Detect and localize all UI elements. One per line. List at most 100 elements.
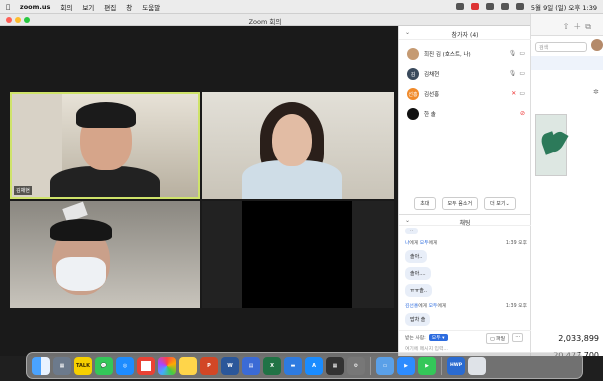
selected-row (531, 56, 603, 70)
background-window-toolbar: ⇧＋⧉ (531, 14, 603, 36)
chat-bubble: ㅠㅠ솔.. (405, 284, 432, 297)
menu-bar:  zoom.us 회의 보기 편집 창 도움말 5월 9일 (일) 오후 1:… (0, 0, 603, 14)
calculator-icon[interactable]: ▦ (326, 356, 344, 375)
photos-icon[interactable] (158, 356, 176, 375)
chat-messages: ·· 나에게 모두에게 1:39 오후 솔아.. 솔아.... ㅠㅠ솔.. 김선… (405, 228, 527, 328)
chat-meta: 나에게 모두에게 1:39 오후 (405, 241, 527, 246)
file-button[interactable]: ▢ 파일 (486, 333, 509, 344)
participant-name: 김채현 (424, 72, 440, 78)
dock: ▦ TALK 💬 ◎ P W ▤ X ▬ A ▦ ⚙ ▭ ▶ ▶ HWP (26, 352, 583, 379)
trash-icon[interactable] (468, 356, 486, 375)
stocks-icon[interactable]: ▬ (284, 356, 302, 375)
facetime-icon[interactable]: ▶ (418, 356, 436, 375)
background-search-input[interactable]: 검색 (535, 42, 587, 52)
chat-bubble: ·· (405, 228, 419, 234)
chrome-icon[interactable] (137, 356, 155, 375)
gear-icon[interactable]: ✲ (593, 88, 599, 96)
recipient-select[interactable]: 모두 ▾ (428, 334, 448, 341)
finder-icon[interactable] (32, 356, 50, 375)
zoom-status-icon[interactable] (455, 3, 464, 10)
video-tile-1[interactable]: 김채현 (10, 92, 200, 199)
chevron-down-icon: ▾ (442, 336, 445, 341)
chevron-down-icon: ⌄ (505, 201, 510, 207)
dock-separator (441, 356, 442, 375)
menu-item-window[interactable]: 창 (126, 2, 132, 12)
chat-time: 1:39 오후 (505, 241, 527, 246)
video-tile-4[interactable] (202, 201, 394, 308)
launchpad-icon[interactable]: ▦ (53, 356, 71, 375)
wifi-icon[interactable] (500, 3, 509, 10)
chat-title: 채팅 (459, 220, 471, 227)
kakaotalk-icon[interactable]: TALK (74, 356, 92, 375)
hwp-icon[interactable]: HWP (447, 356, 465, 375)
mute-all-button[interactable]: 모두 음소거 (441, 197, 479, 210)
participant-name: 희진 김 (호스트, 나) (424, 52, 471, 58)
participant-avatar (407, 108, 419, 120)
invite-button[interactable]: 초대 (414, 197, 436, 210)
chat-more-button[interactable]: ··· (512, 333, 523, 342)
chat-bubble: 솔아.... (405, 267, 431, 280)
participant-avatar: 김 (407, 68, 419, 80)
plant-image (535, 114, 569, 176)
zoom-icon[interactable]: ▶ (397, 356, 415, 375)
preview-icon[interactable]: ▭ (376, 356, 394, 375)
chat-header: ⌄ 채팅 (399, 214, 531, 227)
notes-icon[interactable] (179, 356, 197, 375)
video-icon[interactable]: ▭ (519, 50, 525, 57)
chat-meta: 김선홍에게 모두에게 1:39 오후 (405, 304, 527, 309)
menu-item-help[interactable]: 도움말 (142, 2, 160, 12)
appstore-icon[interactable]: A (305, 356, 323, 375)
chat-sender: 김선홍 (405, 304, 419, 309)
mic-icon[interactable]: 🎙 (509, 70, 517, 77)
avatar[interactable] (591, 39, 603, 51)
participant-row[interactable]: 한 솔 ⊘ (399, 104, 531, 124)
participant-row[interactable]: 선홍 김선홍 ✕ ▭ (399, 84, 531, 104)
to-label: 받는 사람: (405, 336, 426, 341)
apple-icon[interactable]:  (6, 3, 10, 11)
participant-row[interactable]: 희진 김 (호스트, 나) 🎙 ▭ (399, 44, 531, 64)
mic-icon[interactable]: 🎙 (509, 50, 517, 57)
messages-icon[interactable]: 💬 (95, 356, 113, 375)
video-off-icon[interactable]: ⊘ (520, 110, 525, 117)
background-window: ⇧＋⧉ 검색 ✲ 2,033,899 20,477,700 (530, 14, 603, 356)
toolbar-icons[interactable]: ⇧＋⧉ (563, 21, 595, 32)
participant-avatar: 선홍 (407, 88, 419, 100)
chat-bubble: 밥차 솔 (405, 313, 431, 326)
battery-icon[interactable] (485, 3, 494, 10)
chat-recipient: 모두 (419, 241, 429, 246)
clock[interactable]: 5월 9일 (일) 오후 1:39 (531, 2, 597, 12)
video-tile-name: 김채현 (14, 186, 32, 195)
search-icon[interactable] (515, 3, 524, 10)
more-button[interactable]: 더 보기⌄ (484, 197, 516, 210)
menu-item-edit[interactable]: 편집 (104, 2, 116, 12)
video-tile-2[interactable] (202, 92, 394, 199)
notion-icon[interactable]: ▤ (242, 356, 260, 375)
word-icon[interactable]: W (221, 356, 239, 375)
menu-item-meeting[interactable]: 회의 (60, 2, 72, 12)
safari-icon[interactable]: ◎ (116, 356, 134, 375)
dock-separator (370, 356, 371, 375)
settings-icon[interactable]: ⚙ (347, 356, 365, 375)
participant-avatar (407, 48, 419, 60)
participant-actions: 초대 모두 음소거 더 보기⌄ (399, 197, 531, 210)
video-icon[interactable]: ▭ (519, 90, 525, 97)
excel-icon[interactable]: X (263, 356, 281, 375)
chat-bubble: 솔아.. (405, 250, 428, 263)
value-1: 2,033,899 (558, 334, 599, 343)
video-icon[interactable]: ▭ (519, 70, 525, 77)
zoom-window: Zoom 회의 김채현 ⌄ 참가자 (4) 희진 김 (호스트, 나) 🎙 ▭ … (0, 14, 531, 356)
window-title: Zoom 회의 (248, 18, 282, 26)
chat-time: 1:39 오후 (505, 304, 527, 309)
side-panel: ⌄ 참가자 (4) 희진 김 (호스트, 나) 🎙 ▭ 김 김채현 🎙 ▭ 선홍 김… (398, 26, 531, 356)
participants-header: ⌄ 참가자 (4) (399, 26, 531, 40)
menu-item-view[interactable]: 보기 (82, 2, 94, 12)
powerpoint-icon[interactable]: P (200, 356, 218, 375)
video-gallery: 김채현 (0, 26, 398, 356)
file-icon: ▢ (490, 337, 495, 342)
chat-input[interactable]: 여기에 메시지 입력... (405, 345, 525, 352)
record-status-icon[interactable] (470, 3, 479, 10)
menu-app-name[interactable]: zoom.us (20, 3, 50, 11)
participant-row[interactable]: 김 김채현 🎙 ▭ (399, 64, 531, 84)
video-tile-3[interactable] (10, 201, 200, 308)
mic-muted-icon[interactable]: ✕ (511, 90, 516, 97)
